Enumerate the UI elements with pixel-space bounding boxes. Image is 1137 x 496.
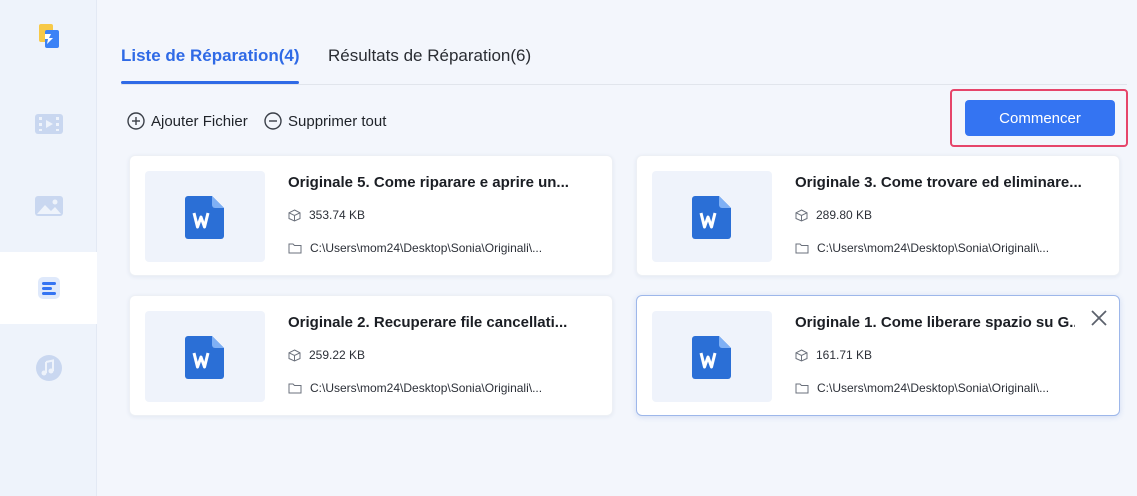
- folder-icon: [795, 383, 809, 394]
- tab-bar: Liste de Réparation(4) Résultats de Répa…: [121, 0, 1137, 85]
- folder-icon: [288, 243, 302, 254]
- word-file-icon: [185, 195, 224, 239]
- file-path-row: C:\Users\mom24\Desktop\Sonia\Originali\.…: [795, 381, 1049, 395]
- file-path: C:\Users\mom24\Desktop\Sonia\Originali\.…: [817, 241, 1050, 255]
- sidebar-item-image[interactable]: [0, 170, 97, 242]
- cube-icon: [795, 348, 808, 362]
- start-button-highlight: Commencer: [950, 89, 1128, 147]
- sidebar-item-document[interactable]: [0, 252, 97, 324]
- file-size: 161.71 KB: [816, 348, 873, 362]
- sidebar: [0, 0, 97, 496]
- app-logo-icon: [38, 24, 59, 48]
- file-path: C:\Users\mom24\Desktop\Sonia\Originali\.…: [310, 381, 543, 395]
- file-thumbnail: [145, 171, 265, 262]
- minus-circle-icon: [264, 112, 282, 130]
- file-size: 353.74 KB: [309, 208, 366, 222]
- sidebar-item-audio[interactable]: [0, 332, 97, 404]
- close-icon[interactable]: [1089, 308, 1109, 328]
- word-file-icon: [692, 195, 731, 239]
- file-name: Originale 1. Come liberare spazio su G..…: [795, 314, 1075, 331]
- file-name: Originale 3. Come trovare ed eliminare..…: [795, 174, 1082, 191]
- file-card[interactable]: Originale 5. Come riparare e aprire un..…: [129, 155, 613, 276]
- tab-divider: [121, 84, 1127, 85]
- file-size-row: 259.22 KB: [288, 348, 365, 362]
- file-size-row: 289.80 KB: [795, 208, 872, 222]
- file-card[interactable]: Originale 2. Recuperare file cancellati.…: [129, 295, 613, 416]
- file-card-selected[interactable]: Originale 1. Come liberare spazio su G..…: [636, 295, 1120, 416]
- sidebar-item-home[interactable]: [0, 0, 97, 72]
- image-icon: [34, 196, 63, 216]
- folder-icon: [795, 243, 809, 254]
- word-file-icon: [692, 335, 731, 379]
- start-button[interactable]: Commencer: [965, 100, 1115, 136]
- sidebar-item-video[interactable]: [0, 88, 97, 160]
- cube-icon: [288, 208, 301, 222]
- document-icon: [37, 277, 60, 299]
- file-path-row: C:\Users\mom24\Desktop\Sonia\Originali\.…: [288, 241, 542, 255]
- folder-icon: [288, 383, 302, 394]
- file-thumbnail: [145, 311, 265, 402]
- remove-all-button[interactable]: Supprimer tout: [264, 112, 386, 130]
- file-size-row: 161.71 KB: [795, 348, 872, 362]
- tab-repair-results[interactable]: Résultats de Réparation(6): [328, 46, 531, 66]
- tab-repair-list[interactable]: Liste de Réparation(4): [121, 46, 300, 66]
- file-path-row: C:\Users\mom24\Desktop\Sonia\Originali\.…: [795, 241, 1049, 255]
- file-path: C:\Users\mom24\Desktop\Sonia\Originali\.…: [310, 241, 543, 255]
- add-file-label: Ajouter Fichier: [151, 112, 248, 130]
- file-name: Originale 5. Come riparare e aprire un..…: [288, 174, 569, 191]
- file-thumbnail: [652, 311, 772, 402]
- add-file-button[interactable]: Ajouter Fichier: [127, 112, 248, 130]
- remove-all-label: Supprimer tout: [288, 112, 387, 130]
- file-size-row: 353.74 KB: [288, 208, 365, 222]
- file-name: Originale 2. Recuperare file cancellati.…: [288, 314, 568, 331]
- file-path-row: C:\Users\mom24\Desktop\Sonia\Originali\.…: [288, 381, 542, 395]
- audio-icon: [35, 355, 62, 381]
- word-file-icon: [185, 335, 224, 379]
- file-thumbnail: [652, 171, 772, 262]
- cube-icon: [288, 348, 301, 362]
- file-size: 259.22 KB: [309, 348, 366, 362]
- video-icon: [34, 114, 63, 134]
- file-size: 289.80 KB: [816, 208, 873, 222]
- cube-icon: [795, 208, 808, 222]
- plus-circle-icon: [127, 112, 145, 130]
- file-path: C:\Users\mom24\Desktop\Sonia\Originali\.…: [817, 381, 1050, 395]
- file-card[interactable]: Originale 3. Come trovare ed eliminare..…: [636, 155, 1120, 276]
